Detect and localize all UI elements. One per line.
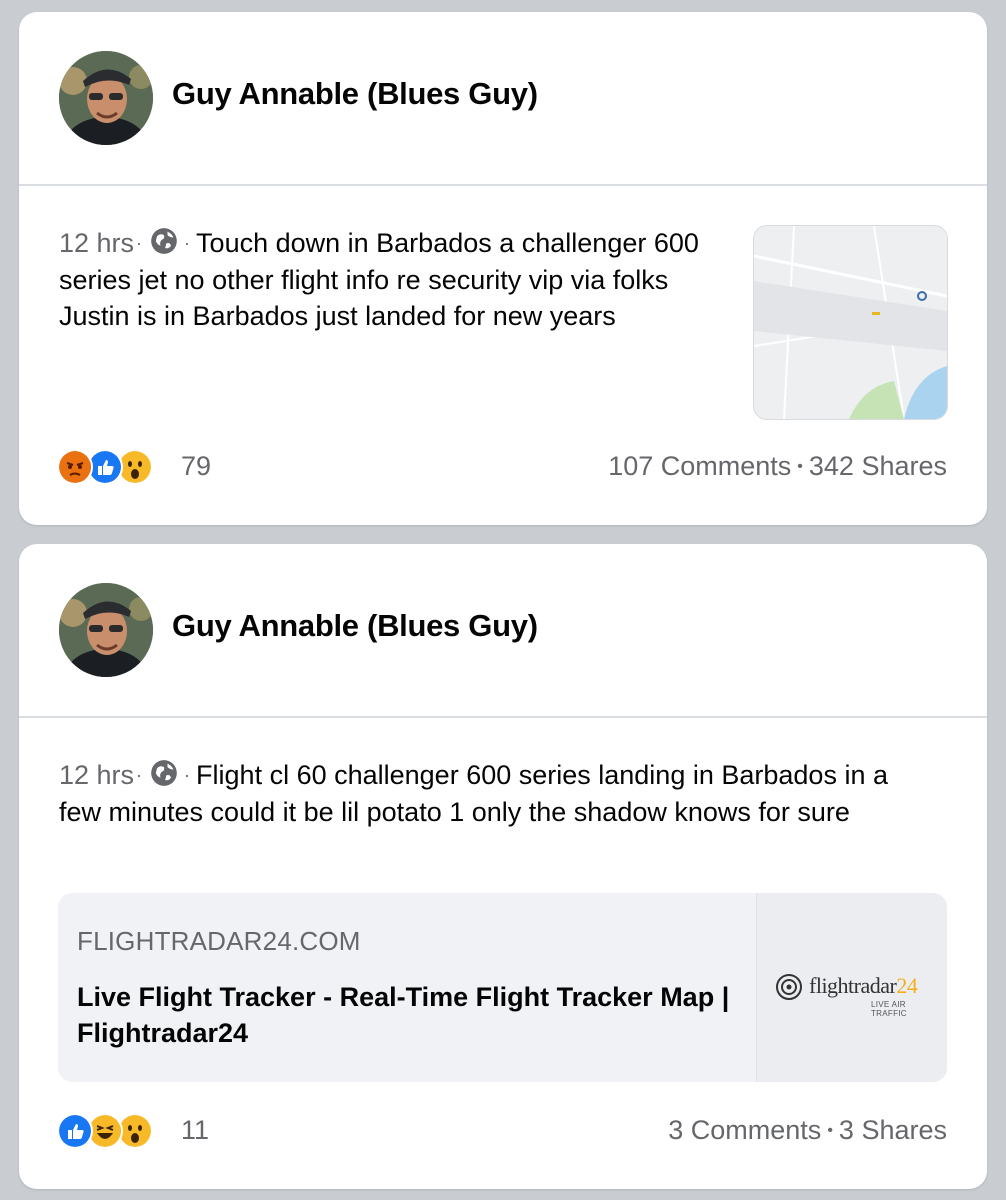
radar-icon [776,974,802,1000]
stats-separator: • [827,1122,833,1139]
post-header: Guy Annable (Blues Guy) [19,544,987,718]
stats-separator: • [797,458,803,475]
angry-icon [57,449,93,485]
post-card: Guy Annable (Blues Guy) 12 hrs · · Flight c… [19,544,987,1189]
author-name[interactable]: Guy Annable (Blues Guy) [172,608,538,644]
globe-icon[interactable] [150,759,178,787]
shares-link[interactable]: 3 Shares [839,1115,947,1145]
comments-link[interactable]: 107 Comments [608,451,791,481]
separator-dot: · [136,765,143,785]
like-icon [57,1113,93,1149]
separator-dot: · [184,765,191,785]
post-footer: 79 107 Comments • 342 Shares [57,447,947,487]
post-footer: 11 3 Comments • 3 Shares [57,1111,947,1151]
author-name[interactable]: Guy Annable (Blues Guy) [172,76,538,112]
link-preview[interactable]: FLIGHTRADAR24.COM Live Flight Tracker - … [58,893,947,1082]
shares-link[interactable]: 342 Shares [809,451,947,481]
post-card: Guy Annable (Blues Guy) 12 hrs · · Touch do… [19,12,987,525]
post-stats: 3 Comments • 3 Shares [668,1115,947,1146]
post-stats: 107 Comments • 342 Shares [608,451,947,482]
link-thumbnail: flightradar24 LIVE AIR TRAFFIC [756,893,947,1082]
logo-number: 24 [896,973,918,998]
post-text: 12 hrs · · Touch down in Barbados a challen… [59,225,719,335]
avatar[interactable] [59,583,153,677]
link-title: Live Flight Tracker - Real-Time Flight T… [77,982,730,1048]
post-time[interactable]: 12 hrs [59,228,134,258]
logo-word: flightradar [809,973,897,998]
post-time[interactable]: 12 hrs [59,760,134,790]
comments-link[interactable]: 3 Comments [668,1115,821,1145]
globe-icon[interactable] [150,227,178,255]
flightradar24-logo: flightradar24 LIVE AIR TRAFFIC [775,971,935,1018]
map-thumbnail[interactable] [753,225,948,420]
post-header: Guy Annable (Blues Guy) [19,12,987,186]
avatar[interactable] [59,51,153,145]
separator-dot: · [184,233,191,253]
reaction-count: 79 [181,451,212,481]
separator-dot: · [136,233,143,253]
post-text: 12 hrs · · Flight cl 60 challenger 600 seri… [59,757,919,830]
link-domain: FLIGHTRADAR24.COM [77,926,361,956]
reaction-count: 11 [181,1115,210,1145]
logo-tagline: LIVE AIR TRAFFIC [871,1000,907,1018]
